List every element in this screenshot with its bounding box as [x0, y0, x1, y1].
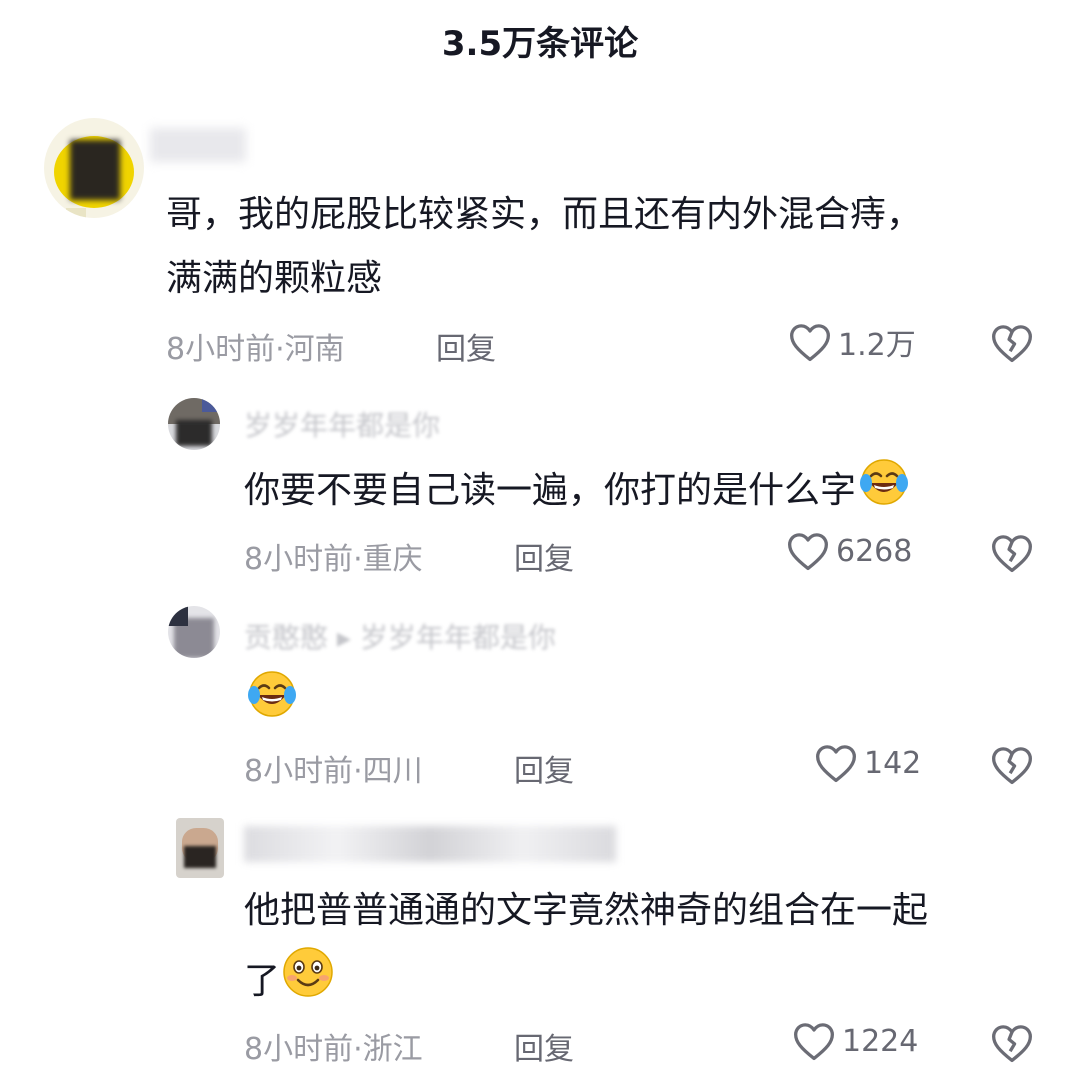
avatar[interactable]	[176, 818, 224, 878]
comment-meta: 8小时前·河南	[166, 332, 345, 367]
comment-meta: 8小时前·重庆	[244, 542, 423, 577]
heart-outline-icon	[814, 742, 858, 784]
like-button[interactable]: 142	[814, 742, 921, 784]
like-count: 142	[864, 745, 922, 781]
comment-text-line2: 满满的颗粒感	[166, 258, 383, 299]
username[interactable]: 岁岁年年都是你	[244, 404, 440, 444]
like-count: 6268	[836, 533, 913, 569]
avatar[interactable]	[44, 118, 144, 218]
reply-button[interactable]: 回复	[514, 746, 574, 790]
dislike-button[interactable]	[990, 744, 1034, 790]
username-redacted[interactable]	[244, 826, 616, 862]
comment-meta: 8小时前·四川	[244, 754, 423, 789]
rolling-laughing-emoji	[244, 668, 300, 740]
avatar[interactable]	[168, 398, 220, 450]
username[interactable]: 贡憨憨 ▸ 岁岁年年都是你	[244, 616, 556, 656]
comment-text: 他把普普通通的文字竟然神奇的组合在一起	[244, 890, 929, 931]
like-button[interactable]: 6268	[786, 530, 912, 572]
like-button[interactable]: 1.2万	[788, 320, 916, 364]
comment-meta: 8小时前·浙江	[244, 1032, 423, 1067]
page-title: 3.5万条评论	[441, 23, 639, 64]
broken-heart-icon	[990, 325, 1034, 368]
dislike-button[interactable]	[990, 532, 1034, 578]
heart-outline-icon	[788, 321, 832, 363]
username-redacted[interactable]	[150, 128, 246, 162]
dislike-button[interactable]	[990, 322, 1034, 368]
reply-button[interactable]: 回复	[514, 534, 574, 578]
comment-text: 你要不要自己读一遍，你打的是什么字	[244, 456, 912, 528]
dislike-button[interactable]	[990, 1022, 1034, 1068]
broken-heart-icon	[990, 747, 1034, 790]
heart-outline-icon	[792, 1020, 836, 1062]
comment-text: 哥，我的屁股比较紧实，而且还有内外混合痔，	[166, 194, 923, 235]
comment-text	[244, 668, 300, 740]
broken-heart-icon	[990, 1025, 1034, 1068]
like-count: 1.2万	[838, 328, 916, 363]
broken-heart-icon	[990, 535, 1034, 578]
like-count: 1224	[842, 1023, 919, 1059]
avatar[interactable]	[168, 606, 220, 658]
reply-button[interactable]: 回复	[514, 1024, 574, 1068]
rolling-laughing-emoji	[856, 456, 912, 528]
smiling-emoji	[280, 944, 336, 1022]
like-button[interactable]: 1224	[792, 1020, 918, 1062]
comment-text-line2: 了	[244, 944, 336, 1022]
heart-outline-icon	[786, 530, 830, 572]
reply-button[interactable]: 回复	[436, 324, 496, 368]
